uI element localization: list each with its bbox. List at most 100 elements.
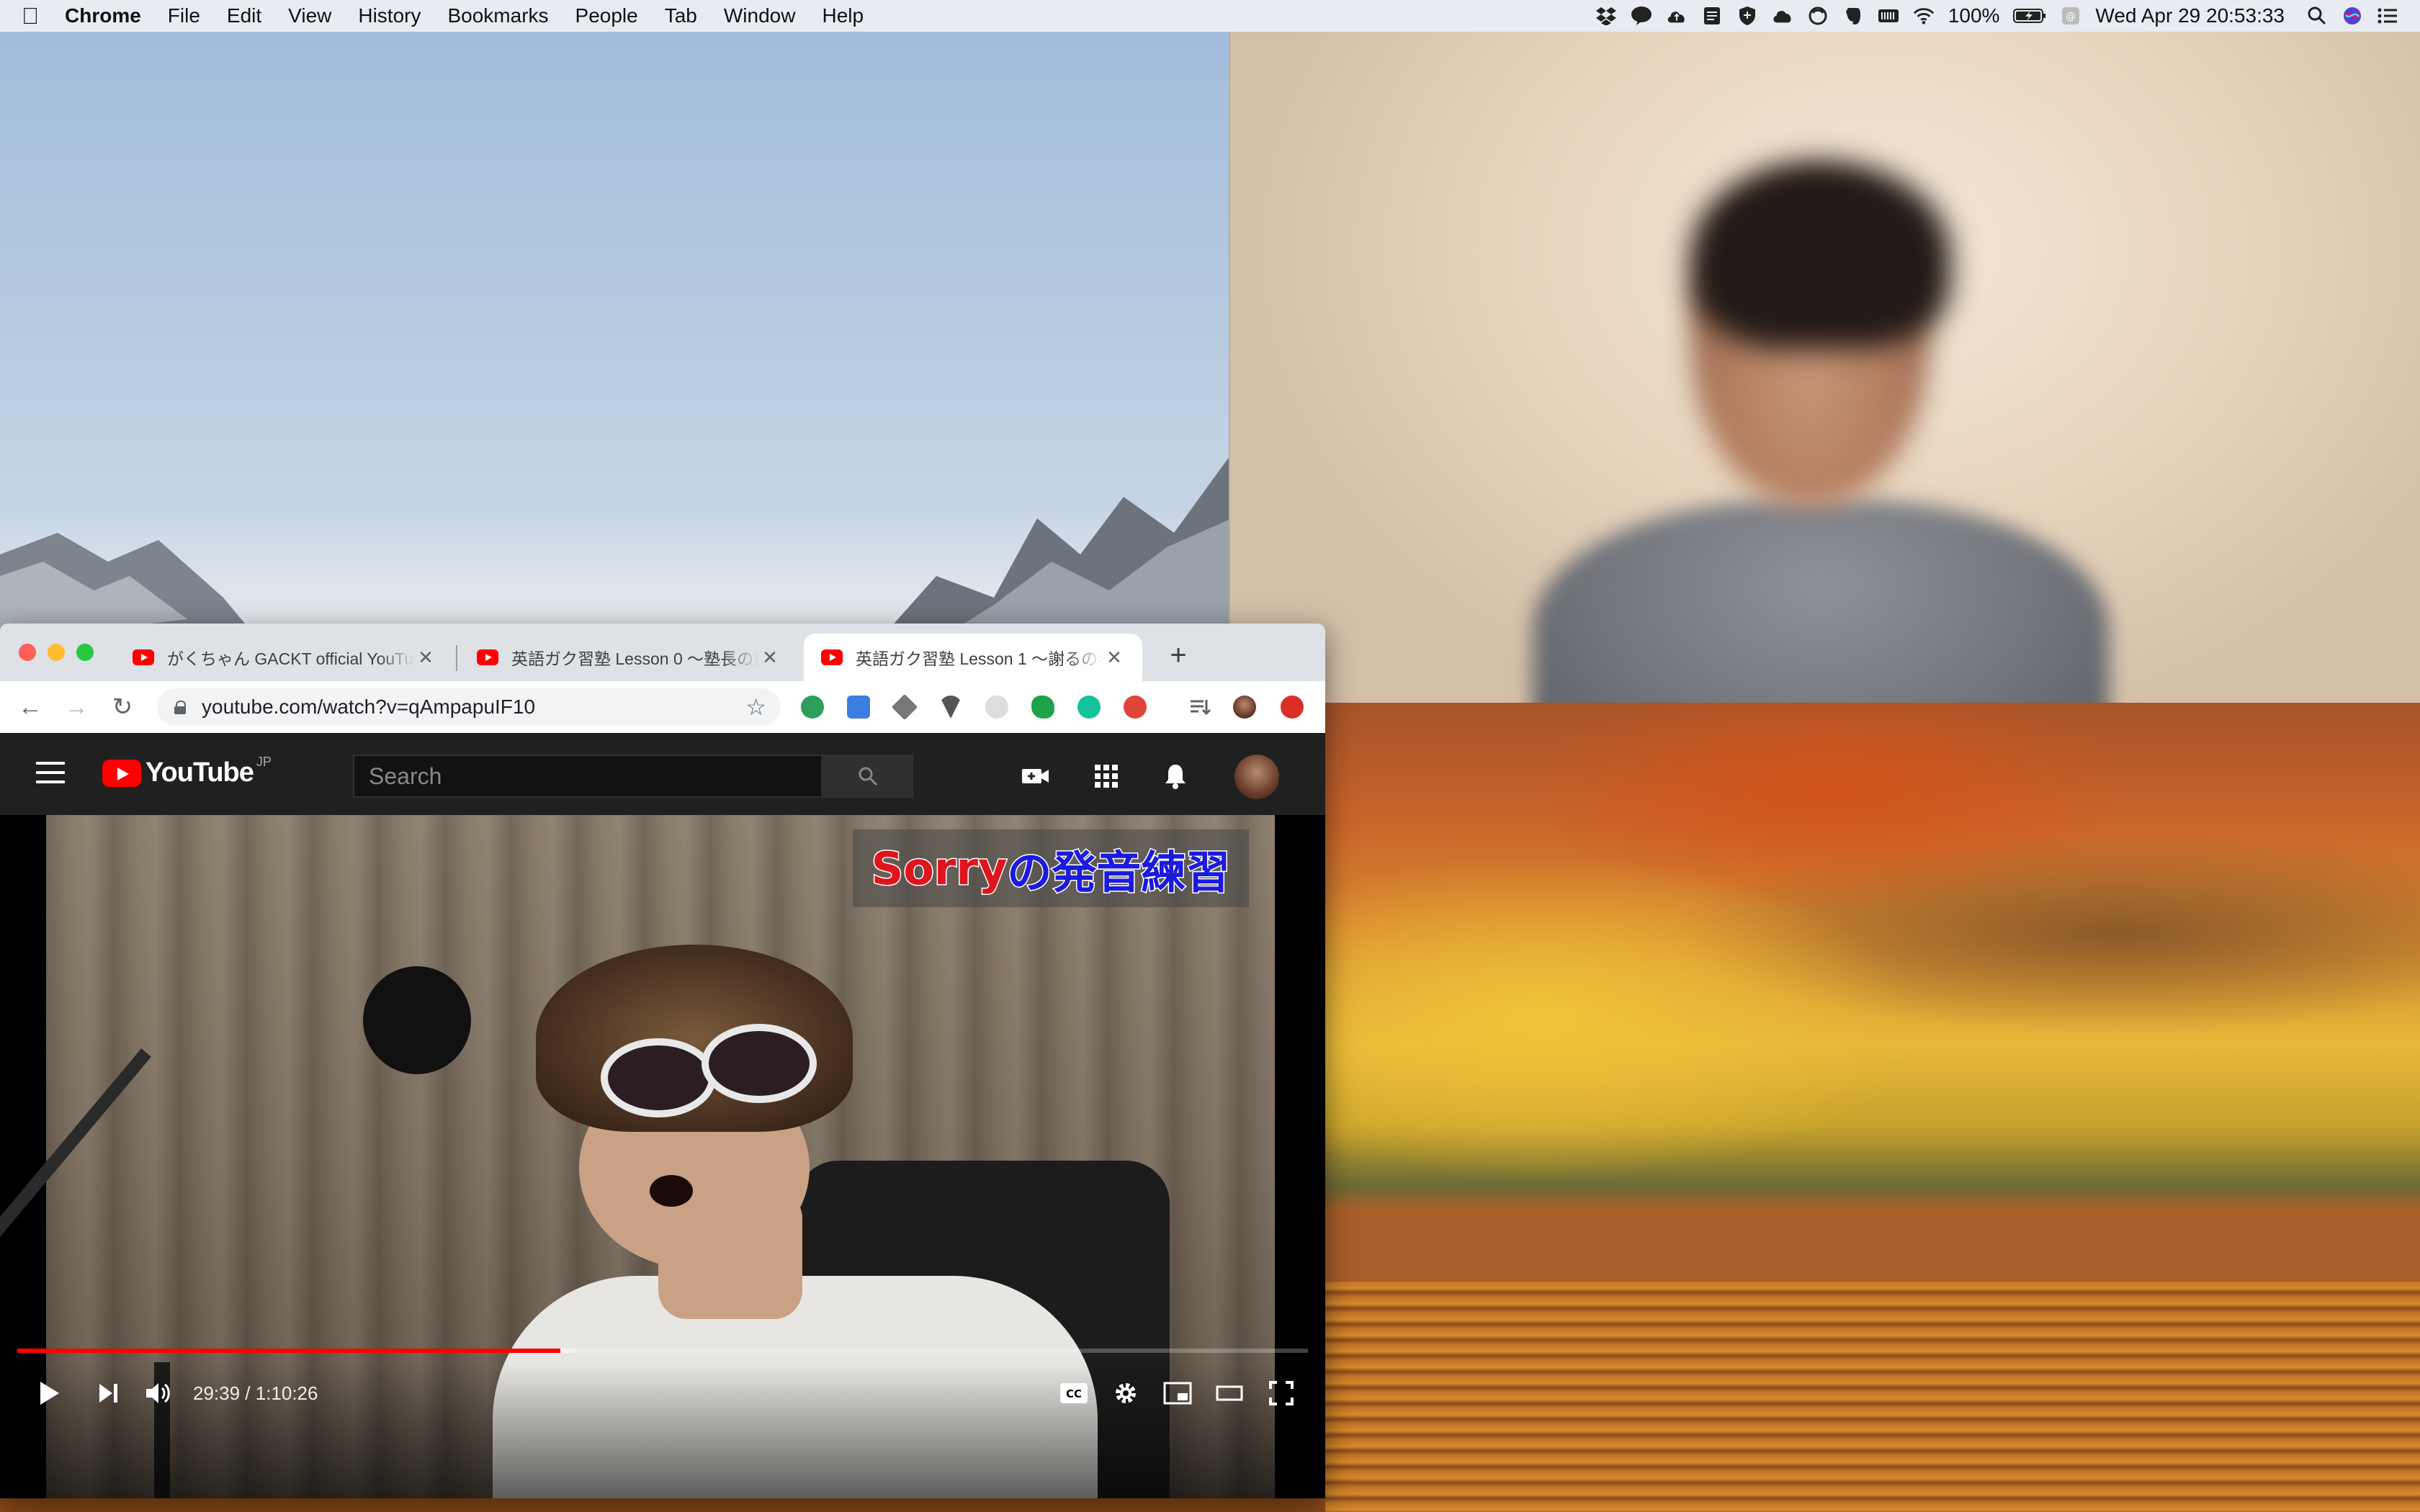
back-arrow-icon[interactable]: ← <box>14 691 46 723</box>
dropbox-icon[interactable] <box>1595 5 1617 27</box>
fullscreen-icon[interactable] <box>1263 1375 1299 1411</box>
person-hoodie <box>1533 500 2109 703</box>
vimium-icon[interactable] <box>939 696 962 719</box>
google-drive-icon[interactable] <box>891 693 918 721</box>
evernote-icon[interactable] <box>1842 5 1864 27</box>
menu-window[interactable]: Window <box>724 4 796 27</box>
reload-icon[interactable]: ↻ <box>107 691 138 723</box>
tab-strip: がくちゃん GACKT official YouTube ✕ 英語ガク習塾 Le… <box>0 624 1325 681</box>
line-icon[interactable] <box>1631 5 1652 27</box>
youtube-header: YouTube JP Search <box>0 733 1325 815</box>
menu-tab[interactable]: Tab <box>665 4 697 27</box>
youtube-search-button[interactable] <box>823 755 913 798</box>
tab-gacktchannel[interactable]: がくちゃん GACKT official YouTube ✕ <box>115 634 454 681</box>
person-hair <box>1691 161 1950 348</box>
window-close-button[interactable] <box>19 644 36 661</box>
grammarly-icon[interactable] <box>1077 696 1101 719</box>
macos-menu-bar:  Chrome File Edit View History Bookmark… <box>0 0 2420 32</box>
siri-icon[interactable] <box>2341 5 2363 27</box>
profile-avatar-icon[interactable] <box>1233 696 1256 719</box>
search-placeholder: Search <box>369 762 442 789</box>
play-icon[interactable] <box>32 1375 68 1411</box>
svg-text:CC: CC <box>1066 1387 1082 1400</box>
overlay-word-en: Sorry <box>870 841 1008 896</box>
mic-arm <box>0 1048 151 1366</box>
apps-grid-icon[interactable] <box>1090 760 1122 792</box>
sunglasses-left-lens <box>601 1038 716 1117</box>
battery-charging-icon[interactable] <box>2013 5 2046 27</box>
menu-bookmarks[interactable]: Bookmarks <box>447 4 548 27</box>
youtube-play-logo-icon <box>102 759 141 787</box>
wifi-icon[interactable] <box>1913 5 1935 27</box>
ext-red-icon[interactable] <box>1124 696 1147 719</box>
reading-list-icon[interactable] <box>1188 696 1211 719</box>
menu-view[interactable]: View <box>288 4 331 27</box>
youtube-logo[interactable]: YouTube JP <box>102 755 272 788</box>
evernote-clipper-icon[interactable] <box>1031 696 1054 719</box>
svg-text:@: @ <box>2066 11 2076 22</box>
tab-lesson-0[interactable]: 英語ガク習塾 Lesson 0 〜塾長の自己紹介 ✕ <box>460 634 798 681</box>
window-minimize-button[interactable] <box>48 644 65 661</box>
cloud-icon[interactable] <box>1772 5 1793 27</box>
sync-icon[interactable] <box>1807 5 1829 27</box>
hamburger-menu-icon[interactable] <box>36 762 65 786</box>
notes-app-icon[interactable] <box>1701 5 1723 27</box>
status-area: 100% @ Wed Apr 29 20:53:33 <box>1582 4 2398 27</box>
tab-close-icon[interactable]: ✕ <box>415 647 436 669</box>
tab-title: がくちゃん GACKT official YouTube <box>167 649 415 668</box>
youtube-wordmark: YouTube <box>145 757 254 788</box>
youtube-favicon-icon <box>821 649 843 665</box>
url-text[interactable]: youtube.com/watch?v=qAmpapuIF10 <box>202 696 745 719</box>
notification-center-icon[interactable] <box>2377 5 2398 27</box>
ext-screenshot-icon[interactable] <box>847 696 870 719</box>
keyboard-input-icon[interactable]: @ <box>2060 5 2081 27</box>
autumn-hillside <box>1325 702 2420 1292</box>
tab-title: 英語ガク習塾 Lesson 1 〜謝るの巻 <box>856 649 1103 668</box>
tab-title: 英語ガク習塾 Lesson 0 〜塾長の自己紹介 <box>511 649 759 668</box>
progress-bar[interactable] <box>17 1349 1308 1353</box>
video-title-overlay: Sorry の発音練習 <box>853 829 1249 907</box>
search-icon <box>859 767 878 786</box>
video-player[interactable]: Sorry の発音練習 29:39 / 1:10:26 CC <box>0 815 1325 1498</box>
bookmark-star-icon[interactable]: ☆ <box>745 693 766 721</box>
lock-icon[interactable] <box>174 701 186 714</box>
menu-help[interactable]: Help <box>822 4 864 27</box>
progress-played <box>17 1349 561 1353</box>
miniplayer-icon[interactable] <box>1160 1375 1196 1411</box>
next-video-icon[interactable] <box>91 1375 127 1411</box>
lake-reflection <box>1325 1282 2420 1512</box>
update-arrow-icon[interactable] <box>1281 696 1304 719</box>
new-tab-button[interactable]: + <box>1162 639 1194 671</box>
menu-file[interactable]: File <box>168 4 200 27</box>
create-video-icon[interactable] <box>1020 760 1052 792</box>
window-maximize-button[interactable] <box>76 644 94 661</box>
overlay-word-jp: の発音練習 <box>1006 845 1232 900</box>
youtube-search-input[interactable]: Search <box>353 755 823 798</box>
youtube-favicon-icon <box>477 649 498 665</box>
notifications-bell-icon[interactable] <box>1160 760 1191 792</box>
tab-lesson-1[interactable]: 英語ガク習塾 Lesson 1 〜謝るの巻 ✕ <box>804 634 1142 681</box>
ext-grammarly-green-icon[interactable] <box>801 696 824 719</box>
clock[interactable]: Wed Apr 29 20:53:33 <box>2095 4 2285 27</box>
cloud-upload-icon[interactable] <box>1666 5 1688 27</box>
youtube-favicon-icon <box>133 649 154 665</box>
menu-people[interactable]: People <box>575 4 638 27</box>
subtitles-cc-icon[interactable]: CC <box>1056 1375 1092 1411</box>
spotlight-search-icon[interactable] <box>2306 5 2328 27</box>
address-bar[interactable]: youtube.com/watch?v=qAmpapuIF10 ☆ <box>157 688 781 726</box>
battery-app-icon[interactable] <box>1878 5 1899 27</box>
forward-arrow-icon[interactable]: → <box>60 691 92 723</box>
menu-app-name[interactable]: Chrome <box>65 4 141 27</box>
theater-mode-icon[interactable] <box>1211 1375 1247 1411</box>
volume-icon[interactable] <box>141 1375 177 1411</box>
vpn-shield-icon[interactable] <box>1736 5 1758 27</box>
menu-edit[interactable]: Edit <box>227 4 261 27</box>
browser-toolbar: ← → ↻ youtube.com/watch?v=qAmpapuIF10 ☆ <box>0 681 1325 734</box>
ext-disabled-icon[interactable] <box>985 696 1008 719</box>
tab-close-icon[interactable]: ✕ <box>1103 647 1125 669</box>
menu-history[interactable]: History <box>358 4 421 27</box>
user-avatar[interactable] <box>1234 755 1279 799</box>
tab-close-icon[interactable]: ✕ <box>759 647 781 669</box>
apple-menu-icon[interactable]:  <box>22 3 39 30</box>
settings-gear-icon[interactable] <box>1108 1375 1144 1411</box>
